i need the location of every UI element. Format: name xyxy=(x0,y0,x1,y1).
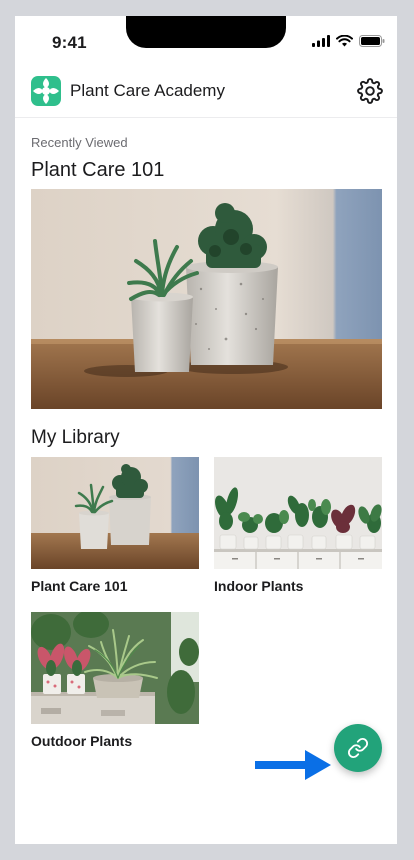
status-bar: 9:41 xyxy=(15,16,397,66)
recently-viewed-label: Recently Viewed xyxy=(31,135,128,150)
link-icon xyxy=(347,737,369,759)
recent-course-title[interactable]: Plant Care 101 xyxy=(31,159,164,182)
cactus-pots-photo xyxy=(31,189,382,409)
library-card-label: Plant Care 101 xyxy=(31,578,128,594)
status-time: 9:41 xyxy=(52,33,87,52)
library-card-image xyxy=(31,457,199,569)
library-card-outdoor-plants[interactable]: Outdoor Plants xyxy=(31,612,199,749)
share-link-button[interactable] xyxy=(334,724,382,772)
app-header: Plant Care Academy xyxy=(15,68,397,118)
cactus-pots-photo xyxy=(31,457,199,569)
arrow-right-icon xyxy=(255,750,331,780)
wifi-icon xyxy=(336,35,353,47)
gear-icon[interactable] xyxy=(357,78,383,104)
library-card-image xyxy=(214,457,382,569)
app-title: Plant Care Academy xyxy=(70,81,225,100)
library-card-plant-care-101[interactable]: Plant Care 101 xyxy=(31,457,199,594)
recent-course-image[interactable] xyxy=(31,189,382,409)
phone-screen: 9:41 Plant Care Academy Recently Viewed … xyxy=(15,16,397,844)
indoor-plants-photo xyxy=(214,457,382,569)
library-card-image xyxy=(31,612,199,724)
status-icons xyxy=(312,35,385,47)
outdoor-plants-photo xyxy=(31,612,199,724)
library-card-indoor-plants[interactable]: Indoor Plants xyxy=(214,457,382,594)
notch xyxy=(126,16,286,48)
library-card-label: Indoor Plants xyxy=(214,578,304,594)
library-card-label: Outdoor Plants xyxy=(31,733,133,749)
signal-icon xyxy=(312,35,330,47)
plant-logo-icon xyxy=(31,76,61,106)
library-title: My Library xyxy=(31,427,120,448)
battery-icon xyxy=(359,35,385,47)
